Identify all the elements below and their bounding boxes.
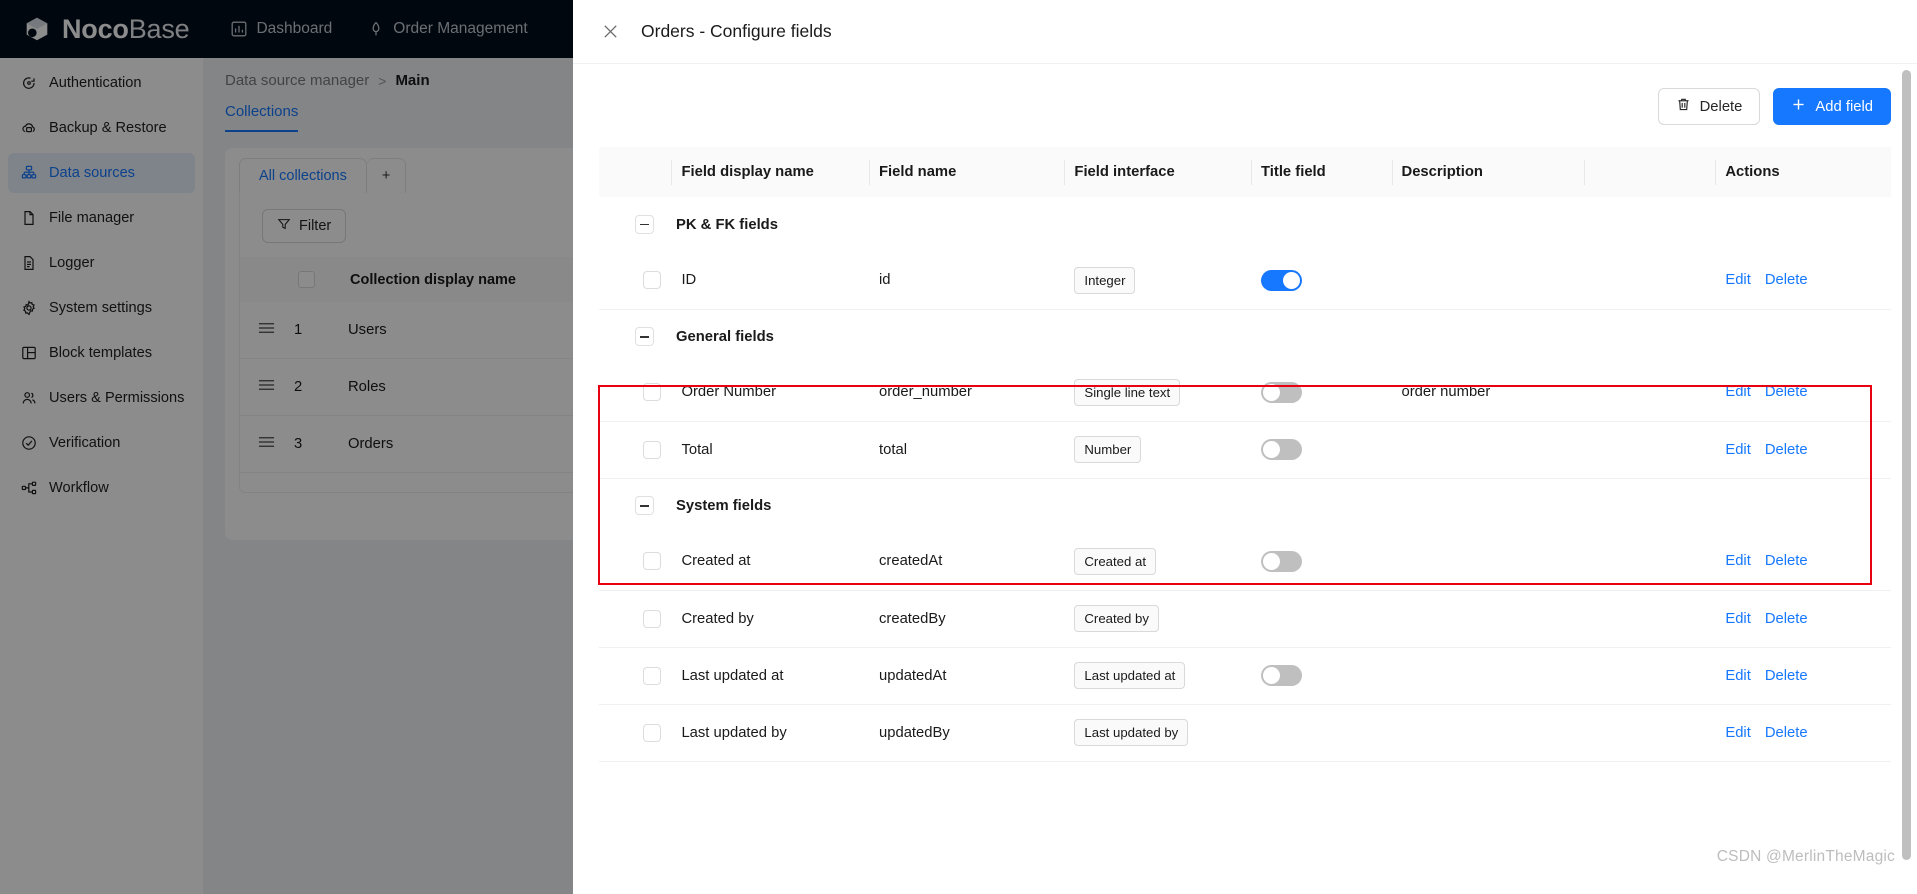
delete-link[interactable]: Delete [1765,668,1808,684]
collapse-group-button[interactable] [635,496,654,516]
row-checkbox[interactable] [643,609,661,628]
field-description [1391,704,1584,762]
delete-link[interactable]: Delete [1765,384,1808,400]
field-row[interactable]: Total total Number Edit Delete [599,421,1891,479]
title-field-toggle[interactable] [1261,439,1303,460]
col-field-display-name: Field display name [671,147,870,197]
drawer-header: Orders - Configure fields [573,0,1917,64]
delete-button[interactable]: Delete [1657,88,1761,125]
field-display-name: ID [671,252,870,310]
field-row[interactable]: ID id Integer Edit Delete [599,252,1891,310]
title-field-toggle[interactable] [1261,381,1303,403]
field-group-header: PK & FK fields [599,197,1891,252]
edit-link[interactable]: Edit [1725,384,1751,400]
col-field-interface: Field interface [1064,147,1252,197]
field-group-header: System fields [599,478,1891,533]
edit-link[interactable]: Edit [1725,442,1751,458]
field-group-label: General fields [676,328,774,345]
title-field-toggle[interactable] [1261,665,1303,686]
row-checkbox[interactable] [643,271,661,290]
field-name: updatedAt [869,647,1065,705]
field-name: total [869,421,1065,479]
field-description: order number [1391,364,1584,422]
field-interface-tag: Number [1074,435,1142,464]
field-description [1391,252,1584,310]
fields-table-body: PK & FK fields ID id Integer Edit Delete… [599,197,1891,762]
drawer-scrollbar[interactable] [1902,70,1911,860]
collapse-group-button[interactable] [635,327,654,347]
field-description [1391,647,1584,705]
field-name: updatedBy [869,704,1065,762]
field-row[interactable]: Created by createdBy Created by Edit Del… [599,590,1891,648]
field-description [1391,421,1584,479]
app-root: NocoBase Dashboard Order Management Auth… [0,0,1917,894]
field-description [1391,533,1584,591]
field-group-label: System fields [676,497,772,514]
field-name: createdAt [869,533,1065,591]
drawer-toolbar: Delete Add field [599,64,1891,147]
field-row[interactable]: Last updated by updatedBy Last updated b… [599,704,1891,762]
field-interface-tag: Last updated by [1074,718,1189,747]
edit-link[interactable]: Edit [1725,553,1751,569]
delete-link[interactable]: Delete [1765,611,1808,627]
field-row[interactable]: Last updated at updatedAt Last updated a… [599,647,1891,705]
row-checkbox[interactable] [643,666,661,685]
plus-icon [1791,97,1806,116]
edit-link[interactable]: Edit [1725,725,1751,741]
field-display-name: Last updated by [671,704,870,762]
select-all-header [599,147,672,197]
col-title-field: Title field [1251,147,1392,197]
field-display-name: Total [671,421,870,479]
edit-link[interactable]: Edit [1725,272,1751,288]
collapse-group-button[interactable] [635,215,654,234]
field-name: id [869,252,1065,310]
edit-link[interactable]: Edit [1725,668,1751,684]
row-checkbox[interactable] [643,723,661,742]
field-description [1391,590,1584,648]
row-checkbox[interactable] [643,383,661,402]
drawer-title: Orders - Configure fields [641,21,832,41]
row-checkbox[interactable] [643,552,661,571]
add-field-button-label: Add field [1815,98,1873,115]
field-display-name: Created at [671,533,870,591]
title-field-toggle[interactable] [1261,550,1303,572]
field-group-label: PK & FK fields [676,216,778,233]
col-field-name: Field name [869,147,1065,197]
field-row[interactable]: Created at createdAt Created at Edit Del… [599,533,1891,591]
field-name: createdBy [869,590,1065,648]
field-interface-tag: Last updated at [1074,661,1186,690]
delete-link[interactable]: Delete [1765,272,1808,288]
col-actions: Actions [1715,147,1891,197]
row-checkbox[interactable] [643,440,661,459]
col-description: Description [1391,147,1584,197]
watermark: CSDN @MerlinTheMagic [1716,848,1895,865]
configure-fields-drawer: Orders - Configure fields Delete Add fie… [573,0,1917,894]
delete-link[interactable]: Delete [1765,442,1808,458]
field-interface-tag: Integer [1074,266,1136,294]
field-row[interactable]: Order Number order_number Single line te… [599,364,1891,422]
drawer-body: Delete Add field Field display name Fiel [573,64,1917,894]
delete-link[interactable]: Delete [1765,725,1808,741]
field-interface-tag: Created at [1074,547,1156,575]
fields-table-header: Field display name Field name Field inte… [599,147,1891,197]
field-interface-tag: Created by [1074,604,1159,633]
field-group-header: General fields [599,309,1891,364]
trash-icon [1676,97,1691,116]
field-interface-tag: Single line text [1074,378,1181,406]
edit-link[interactable]: Edit [1725,611,1751,627]
field-display-name: Created by [671,590,870,648]
add-field-button[interactable]: Add field [1773,88,1891,125]
col-spacer [1583,147,1716,197]
fields-table: Field display name Field name Field inte… [599,147,1891,762]
title-field-toggle[interactable] [1261,269,1303,291]
field-display-name: Order Number [671,364,870,422]
delete-button-label: Delete [1699,98,1743,115]
field-display-name: Last updated at [671,647,870,705]
delete-link[interactable]: Delete [1765,553,1808,569]
field-name: order_number [869,364,1065,422]
close-icon[interactable] [599,21,621,43]
